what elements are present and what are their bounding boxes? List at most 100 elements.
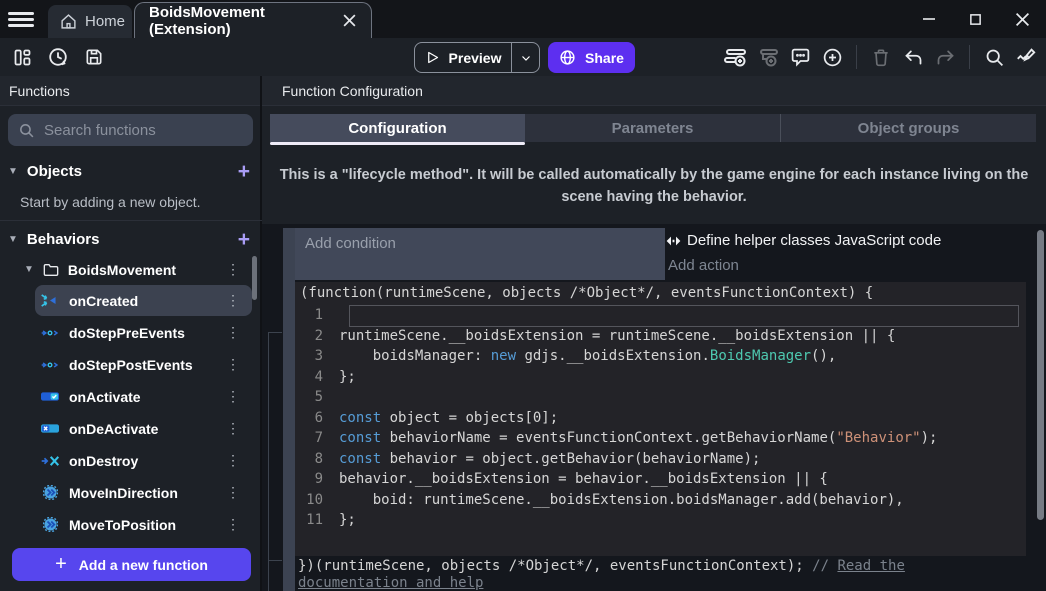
code-line-7[interactable]: 7const behaviorName = eventsFunctionCont… <box>295 428 1026 449</box>
edit-pen-icon[interactable] <box>1014 45 1038 69</box>
preview-dropdown-button[interactable] <box>512 43 539 72</box>
tab-home[interactable]: Home <box>48 5 132 38</box>
js-code-event-header[interactable]: Define helper classes JavaScript code <box>666 232 941 249</box>
kebab-menu-icon[interactable]: ⋮ <box>226 292 240 309</box>
search-functions-input[interactable] <box>44 122 229 139</box>
add-action-area[interactable]: Add action <box>668 257 739 274</box>
js-code-icon <box>666 235 681 247</box>
kebab-menu-icon[interactable]: ⋮ <box>226 324 240 341</box>
function-item-onactivate[interactable]: onActivate⋮ <box>35 381 252 412</box>
events-scrollbar[interactable] <box>1037 230 1044 520</box>
js-code-editor[interactable]: (function(runtimeScene, objects /*Object… <box>295 282 1026 556</box>
code-text: const object = objects[0]; <box>339 408 558 429</box>
add-subevent-icon[interactable] <box>756 45 780 69</box>
add-event-icon[interactable] <box>724 45 748 69</box>
code-line-6[interactable]: 6const object = objects[0]; <box>295 408 1026 429</box>
do-step-icon <box>41 326 59 340</box>
project-manager-icon[interactable] <box>10 45 34 69</box>
code-line-5[interactable]: 5 <box>295 387 1026 408</box>
kebab-menu-icon[interactable]: ⋮ <box>226 388 240 405</box>
events-sheet: Add condition Define helper classes Java… <box>262 224 1046 591</box>
main-menu-icon[interactable] <box>8 9 34 29</box>
kebab-menu-icon[interactable]: ⋮ <box>226 356 240 373</box>
function-item-label: onDestroy <box>69 453 138 469</box>
kebab-menu-icon[interactable]: ⋮ <box>226 452 240 469</box>
code-line-11[interactable]: 11}; <box>295 510 1026 531</box>
event-indent-tick <box>268 560 282 561</box>
event-drag-handle[interactable] <box>283 228 295 591</box>
kebab-menu-icon[interactable]: ⋮ <box>226 484 240 501</box>
code-line-8[interactable]: 8const behavior = object.getBehavior(beh… <box>295 449 1026 470</box>
sidebar-scrollbar[interactable] <box>252 256 257 300</box>
minimize-button[interactable] <box>905 0 952 38</box>
search-functions-box[interactable] <box>8 114 253 146</box>
function-item-dosteppreevents[interactable]: doStepPreEvents⋮ <box>35 317 252 348</box>
function-item-ondeactivate[interactable]: onDeActivate ⋮ <box>35 413 252 444</box>
line-number: 10 <box>295 490 339 511</box>
function-item-label: onDeActivate <box>69 421 158 437</box>
add-comment-icon[interactable] <box>788 45 812 69</box>
main-toolbar: Preview Share <box>0 38 1046 76</box>
code-line-3[interactable]: 3 boidsManager: new gdjs.__boidsExtensio… <box>295 346 1026 367</box>
tab-parameters[interactable]: Parameters <box>525 114 780 142</box>
on-created-icon <box>41 294 59 308</box>
version-history-icon[interactable] <box>46 45 70 69</box>
delete-icon[interactable] <box>869 45 893 69</box>
line-number: 5 <box>295 387 339 408</box>
code-text: boidsManager: new gdjs.__boidsExtension.… <box>339 346 836 367</box>
chevron-down-icon[interactable]: ▼ <box>24 264 34 275</box>
add-new-function-button[interactable]: + Add a new function <box>12 548 251 581</box>
code-text: const behaviorName = eventsFunctionConte… <box>339 428 937 449</box>
add-action-label: Add action <box>668 257 739 274</box>
kebab-menu-icon[interactable]: ⋮ <box>226 516 240 533</box>
code-line-10[interactable]: 10 boid: runtimeScene.__boidsExtension.b… <box>295 490 1026 511</box>
add-behavior-button[interactable]: + <box>238 229 250 250</box>
line-number: 9 <box>295 469 339 490</box>
code-line-2[interactable]: 2runtimeScene.__boidsExtension = runtime… <box>295 326 1026 347</box>
toolbar-divider <box>856 45 857 69</box>
close-window-button[interactable] <box>999 0 1046 38</box>
preview-button-main[interactable]: Preview <box>415 43 511 72</box>
globe-icon <box>559 49 576 66</box>
save-icon[interactable] <box>82 45 106 69</box>
add-object-button[interactable]: + <box>238 161 250 182</box>
toggle-off-icon <box>41 422 59 436</box>
code-footer-comment: // <box>812 558 837 574</box>
close-tab-icon[interactable] <box>342 13 357 29</box>
function-item-ondestroy[interactable]: onDestroy ⋮ <box>35 445 252 476</box>
function-item-dosteppostevents[interactable]: doStepPostEvents ⋮ <box>35 349 252 380</box>
maximize-button[interactable] <box>952 0 999 38</box>
function-item-label: doStepPostEvents <box>69 357 193 373</box>
lifecycle-description: This is a "lifecycle method". It will be… <box>274 164 1034 209</box>
add-condition-area[interactable]: Add condition <box>295 228 665 280</box>
redo-icon[interactable] <box>933 45 957 69</box>
code-text: runtimeScene.__boidsExtension = runtimeS… <box>339 326 895 347</box>
behavior-group-boidsmovement[interactable]: ▼ BoidsMovement ⋮ <box>0 254 262 285</box>
code-line-9[interactable]: 9behavior.__boidsExtension = behavior.__… <box>295 469 1026 490</box>
function-item-label: MoveToPosition <box>69 517 176 533</box>
tab-configuration[interactable]: Configuration <box>270 114 525 142</box>
home-icon <box>60 13 77 30</box>
tab-boidsmovement-extension[interactable]: BoidsMovement (Extension) <box>134 2 372 38</box>
tab-object-groups[interactable]: Object groups <box>780 114 1036 142</box>
code-lines[interactable]: 12runtimeScene.__boidsExtension = runtim… <box>295 305 1026 531</box>
function-item-movetoposition[interactable]: MoveToPosition ⋮ <box>35 509 252 540</box>
preview-button[interactable]: Preview <box>414 42 540 73</box>
function-item-moveindirection[interactable]: MoveInDirection⋮ <box>35 477 252 508</box>
chevron-down-icon[interactable]: ▼ <box>8 166 18 177</box>
search-events-icon[interactable] <box>982 45 1006 69</box>
kebab-menu-icon[interactable]: ⋮ <box>226 420 240 437</box>
code-footer-code: })(runtimeScene, objects /*Object*/, eve… <box>298 558 812 574</box>
function-item-oncreated[interactable]: onCreated⋮ <box>35 285 252 316</box>
preview-label: Preview <box>449 50 502 66</box>
plus-icon: + <box>55 553 67 576</box>
chevron-down-icon[interactable]: ▼ <box>8 234 18 245</box>
share-button[interactable]: Share <box>548 42 635 73</box>
undo-icon[interactable] <box>901 45 925 69</box>
code-line-1[interactable]: 1 <box>295 305 1026 326</box>
code-text: }; <box>339 367 356 388</box>
add-other-event-icon[interactable] <box>820 45 844 69</box>
code-line-4[interactable]: 4}; <box>295 367 1026 388</box>
kebab-menu-icon[interactable]: ⋮ <box>226 261 240 278</box>
behaviors-section-label: Behaviors <box>27 231 100 248</box>
